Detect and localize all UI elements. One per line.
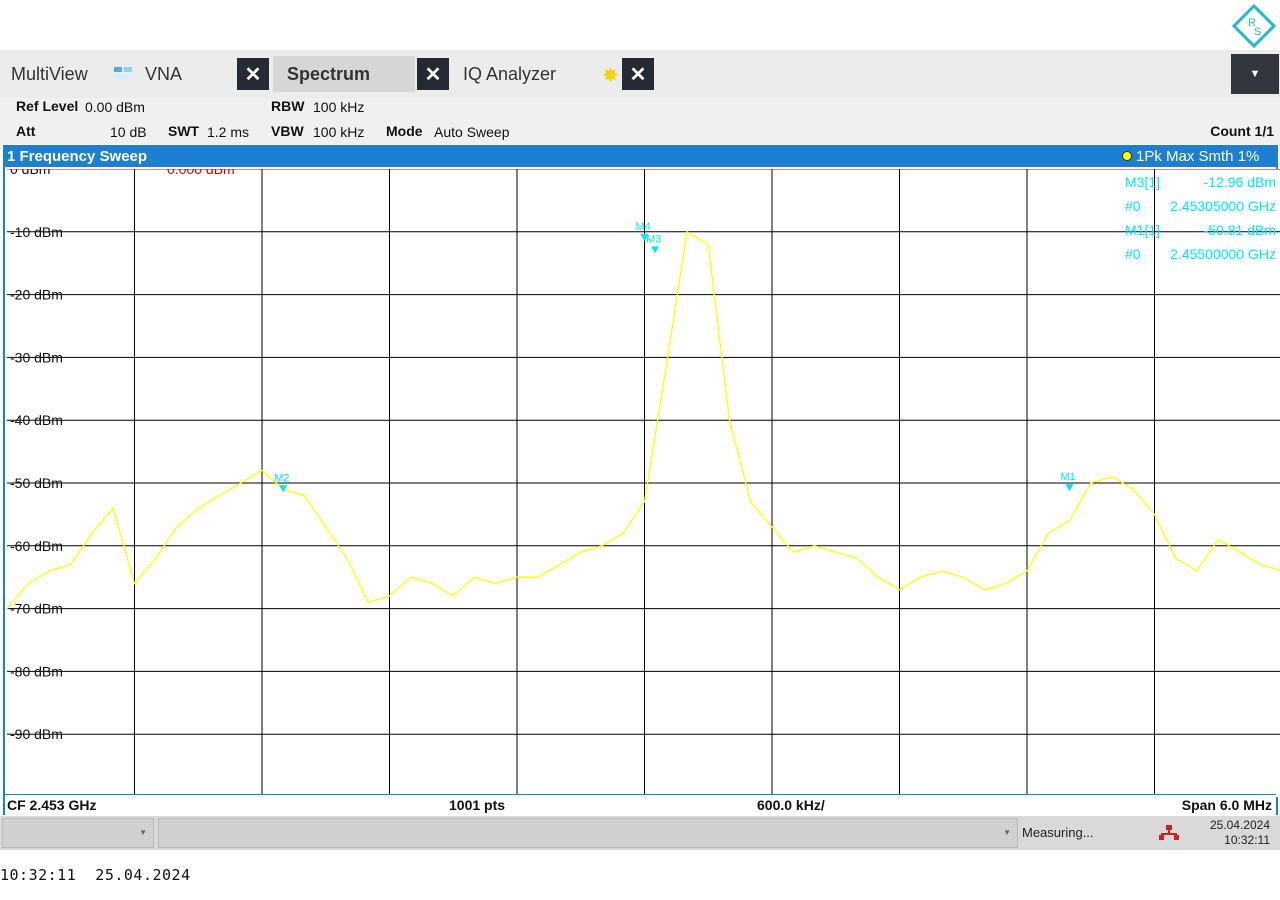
ref-level-label: Ref Level: [16, 98, 79, 114]
window-title-bar: 1 Frequency Sweep 1Pk Max Smth 1%: [5, 147, 1276, 167]
marker-table-name: #0: [1125, 246, 1141, 262]
marker-table-value: -12.96 dBm: [1204, 174, 1276, 190]
marker-m4-label: M4: [636, 221, 651, 233]
close-icon: ✕: [244, 63, 262, 86]
tab-multiview-label: MultiView: [11, 63, 88, 84]
marker-table-value: 2.45500000 GHz: [1170, 246, 1276, 262]
y-tick-label: -20 dBm: [10, 287, 63, 303]
marker-m3-label: M3: [646, 233, 661, 245]
tab-iq-analyzer-label: IQ Analyzer: [463, 63, 557, 84]
marker-m3-icon: [651, 246, 660, 254]
marker-table-name: #0: [1125, 198, 1141, 214]
grid: [7, 169, 1280, 797]
status-time: 10:32:11: [1224, 833, 1270, 847]
y-tick-label: 0 dBm: [10, 169, 50, 177]
close-iq-tab-button[interactable]: ✕: [622, 58, 654, 90]
rbw-value: 100 kHz: [313, 99, 365, 115]
measuring-status: Measuring...: [1022, 825, 1094, 840]
status-bar: ▼ ▼ Measuring... 25.04.2024 10:32:11: [0, 816, 1280, 850]
marker-m2-label: M2: [274, 472, 289, 484]
att-label: Att: [16, 123, 36, 139]
marker-m2-icon: [279, 485, 288, 493]
settings-panel[interactable]: Ref Level 0.00 dBm Att 10 dB SWT 1.2 ms …: [0, 98, 1280, 144]
tab-vna-label: VNA: [145, 63, 183, 84]
tab-spectrum[interactable]: Spectrum: [273, 56, 415, 92]
spectrum-plot[interactable]: 0 dBm -10 dBm -20 dBm -30 dBm -40 dBm -50 dBm…: [7, 169, 1280, 797]
caret-down-icon: ▼: [1003, 828, 1011, 837]
center-frequency: CF 2.453 GHz: [7, 797, 97, 813]
screenshot-timestamp: 10:32:11 25.04.2024: [0, 866, 191, 884]
ref-level-value: 0.00 dBm: [85, 99, 145, 115]
y-tick-label: -60 dBm: [10, 538, 63, 554]
menu-dropdown-button[interactable]: ▼: [1231, 54, 1279, 94]
close-icon: ✕: [629, 63, 647, 86]
network-icon: [1159, 825, 1179, 840]
frequency-sweep-window[interactable]: 1 Frequency Sweep 1Pk Max Smth 1% 0 dBm -…: [3, 145, 1280, 816]
tab-vna[interactable]: VNA: [145, 50, 182, 98]
y-tick-label: -80 dBm: [10, 663, 63, 679]
rohde-schwarz-logo: R S: [1232, 4, 1276, 48]
marker-table-name: M1[1]: [1125, 222, 1160, 238]
status-date: 25.04.2024: [1209, 818, 1270, 832]
tab-bar: MultiView VNA ✕ Spectrum ✕ IQ Analyzer ✸…: [0, 50, 1280, 98]
reference-level-label: 0.000 dBm: [167, 169, 235, 177]
tab-iq-analyzer[interactable]: IQ Analyzer: [463, 50, 556, 98]
marker-table: M3[1] -12.96 dBm #0 2.45305000 GHz M1[1] -50.…: [1125, 174, 1276, 262]
marker-table-name: M3[1]: [1125, 174, 1160, 190]
swt-label: SWT: [168, 123, 200, 139]
trace-label: 1Pk Max Smth 1%: [1136, 148, 1260, 165]
y-tick-label: -30 dBm: [10, 349, 63, 365]
marker-m1-label: M1: [1061, 471, 1076, 483]
vna-window-icon: [114, 67, 132, 79]
star-icon: ✸: [602, 65, 619, 87]
sweep-points: 1001 pts: [449, 797, 506, 813]
window-title: 1 Frequency Sweep: [7, 148, 148, 165]
att-value: 10 dB: [110, 124, 147, 140]
close-spectrum-tab-button[interactable]: ✕: [417, 58, 449, 90]
rbw-label: RBW: [271, 98, 305, 114]
tab-multiview[interactable]: MultiView: [11, 50, 88, 98]
y-tick-label: -90 dBm: [10, 726, 63, 742]
close-icon: ✕: [424, 63, 442, 86]
trace-indicator-icon: [1122, 151, 1132, 161]
vbw-label: VBW: [271, 123, 304, 139]
y-tick-label: -40 dBm: [10, 412, 63, 428]
status-field-center[interactable]: ▼: [158, 818, 1018, 848]
y-tick-label: -10 dBm: [10, 224, 63, 240]
swt-value: 1.2 ms: [207, 124, 250, 140]
mode-value: Auto Sweep: [434, 124, 510, 140]
frequency-per-division: 600.0 kHz/: [757, 797, 825, 813]
tab-spectrum-label: Spectrum: [287, 63, 371, 84]
caret-down-icon: ▼: [1249, 68, 1261, 80]
marker-table-value: -50.81 dBm: [1204, 222, 1276, 238]
marker-m1-icon: [1065, 484, 1074, 492]
status-field-left[interactable]: ▼: [2, 818, 154, 848]
y-tick-label: -50 dBm: [10, 475, 63, 491]
plot-footer: CF 2.453 GHz 1001 pts 600.0 kHz/ Span 6.…: [5, 794, 1276, 816]
close-vna-tab-button[interactable]: ✕: [237, 58, 269, 90]
markers: M1 M2 M3M4: [274, 221, 1076, 493]
caret-down-icon: ▼: [139, 828, 147, 837]
mode-label: Mode: [386, 123, 423, 139]
svg-text:S: S: [1254, 26, 1261, 38]
y-axis-tick-labels: 0 dBm -10 dBm -20 dBm -30 dBm -40 dBm -50 dBm…: [10, 169, 63, 742]
marker-table-value: 2.45305000 GHz: [1170, 198, 1276, 214]
sweep-count: Count 1/1: [1210, 123, 1274, 139]
vbw-value: 100 kHz: [313, 124, 365, 140]
y-tick-label: -70 dBm: [10, 601, 63, 617]
frequency-span: Span 6.0 MHz: [1181, 797, 1272, 813]
